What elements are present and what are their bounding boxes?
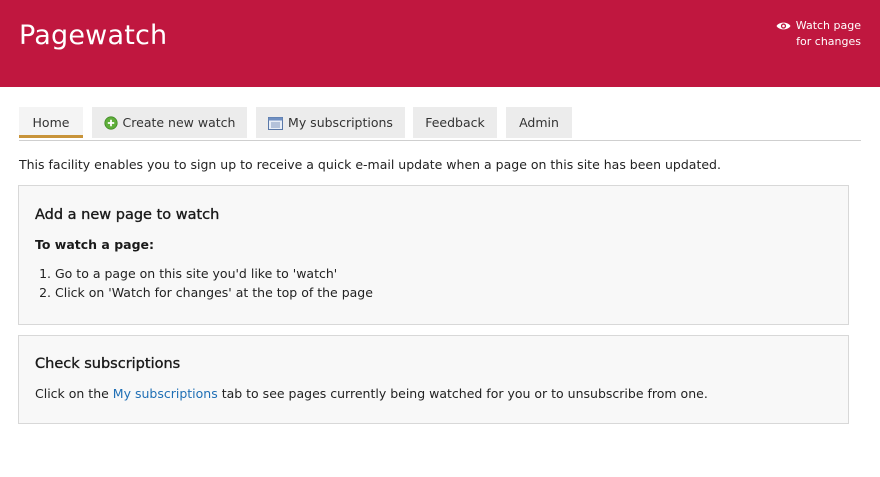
tab-feedback-label: Feedback [425,115,485,130]
add-watch-subheading: To watch a page: [35,237,155,252]
list-item: Go to a page on this site you'd like to … [55,264,373,283]
check-subscriptions-heading: Check subscriptions [35,356,181,372]
tab-feedback[interactable]: Feedback [413,107,497,138]
watch-page-link[interactable]: Watch page for changes [776,19,861,49]
list-item: Click on 'Watch for changes' at the top … [55,283,373,302]
tab-my-subscriptions-label: My subscriptions [288,115,393,130]
tab-home-label: Home [32,115,70,130]
tab-create-new-watch-label: Create new watch [122,115,236,130]
tab-home[interactable]: Home [19,107,83,138]
my-subscriptions-link[interactable]: My subscriptions [113,386,218,401]
tab-admin[interactable]: Admin [506,107,572,138]
app-title: Pagewatch [19,20,168,51]
check-text-before: Click on the [35,386,113,401]
watch-link-line2: for changes [796,35,861,48]
add-watch-heading: Add a new page to watch [35,207,220,223]
add-watch-steps: Go to a page on this site you'd like to … [35,264,373,302]
add-watch-panel: Add a new page to watch To watch a page:… [18,185,849,325]
calendar-list-icon [268,110,284,141]
intro-text: This facility enables you to sign up to … [19,157,721,172]
tab-create-new-watch[interactable]: Create new watch [92,107,247,138]
check-text-after: tab to see pages currently being watched… [217,386,708,401]
check-subscriptions-text: Click on the My subscriptions tab to see… [35,386,708,401]
watch-link-line1: Watch page [795,19,861,32]
plus-circle-icon [103,110,118,141]
check-subscriptions-panel: Check subscriptions Click on the My subs… [18,335,849,424]
tab-admin-label: Admin [519,115,559,130]
tab-bar: Home Create new watch My subscriptions F… [19,107,861,141]
eye-icon [776,21,791,35]
tab-my-subscriptions[interactable]: My subscriptions [256,107,405,138]
app-header: Pagewatch Watch page for changes [0,0,880,87]
